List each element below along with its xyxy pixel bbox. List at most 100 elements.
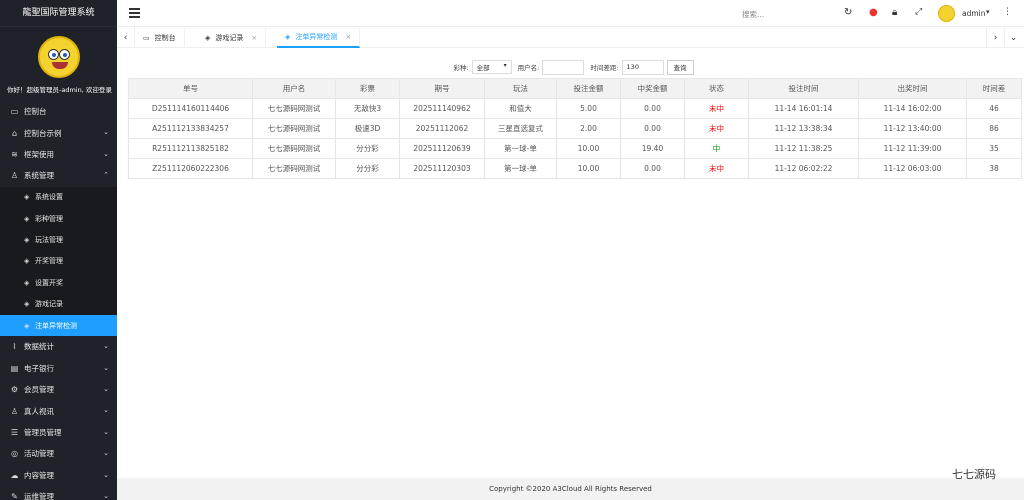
table-cell: 无敌快3 (335, 98, 400, 119)
table-cell: 和值大 (484, 98, 557, 119)
nav-dashboard[interactable]: ▭ 控制台 (0, 101, 117, 122)
nav-dashboard-examples[interactable]: ⌂ 控制台示例 ⌄ (0, 122, 117, 143)
list-icon: ☰ (10, 428, 19, 438)
subnav-play-types[interactable]: ◈ 玩法管理 (0, 229, 117, 251)
subnav-system-settings[interactable]: ◈ 系统设置 (0, 186, 117, 208)
chevron-down-icon: ⌄ (103, 449, 109, 458)
nav-label: 系统管理 (24, 171, 54, 181)
chevron-right-icon[interactable]: › (986, 27, 1004, 48)
time-diff-input[interactable]: 130 (621, 59, 664, 75)
close-icon[interactable]: × (345, 33, 351, 41)
subnav-bet-anomaly[interactable]: ◈ 注单异常检测 (0, 314, 117, 337)
watermark-logo: 七七源码 (952, 466, 1018, 490)
subnav-game-records[interactable]: ◈ 游戏记录 (0, 293, 117, 315)
tab-dashboard[interactable]: ▭ 控制台 (135, 27, 185, 48)
table-cell: 0.00 (620, 98, 685, 119)
table-cell: 11-12 06:03:00 (858, 158, 967, 179)
table-cell: 极速3D (335, 118, 400, 139)
bet-table: 单号 用户名 彩票 期号 玩法 投注金额 中奖金额 状态 投注时间 出奖时间 时间差 D251114… (128, 78, 1022, 179)
table-header-row: 单号 用户名 彩票 期号 玩法 投注金额 中奖金额 状态 投注时间 出奖时间 时间差 (128, 78, 1022, 99)
tabs-bar: ‹ ▭ 控制台 ◈ 游戏记录 × ◈ 注单异常检测 × › ⌄ (117, 27, 1024, 48)
username[interactable]: admin (962, 9, 986, 18)
table-cell: Z251112060222306 (128, 158, 253, 179)
table-row: Z251112060222306 七七源码网测试 分分彩 202511120303 第一… (128, 158, 1022, 179)
search-input[interactable]: 搜索... (742, 9, 764, 20)
table-cell: 0.00 (620, 158, 685, 179)
user-avatar-large[interactable] (37, 36, 80, 78)
table-row: D251114160114406 七七源码网测试 无敌快3 202511140962 和… (128, 98, 1022, 119)
chevron-down-icon: ⌄ (103, 128, 109, 137)
person-icon: ♙ (10, 406, 19, 416)
subnav-draw-management[interactable]: ◈ 开奖管理 (0, 250, 117, 273)
table-cell: 11-14 16:01:14 (748, 98, 859, 119)
nav-live-video[interactable]: ♙ 真人视讯 ⌄ (0, 400, 117, 421)
table-cell: 10.00 (556, 158, 621, 179)
refresh-icon[interactable]: ↻ (844, 7, 852, 18)
chevron-up-icon: ⌃ (103, 171, 109, 180)
layers-icon: ◈ (24, 236, 30, 245)
welcome-text: 你好！超级管理员-admin, 欢迎登录 (7, 86, 112, 94)
table-cell: 11-12 11:38:25 (748, 138, 859, 159)
column-header: 中奖金额 (620, 78, 685, 99)
table-cell: 5.00 (556, 98, 621, 119)
subnav-lottery-types[interactable]: ◈ 彩种管理 (0, 207, 117, 230)
bell-icon[interactable]: ● (869, 7, 878, 18)
tab-game-records[interactable]: ◈ 游戏记录 × (197, 27, 267, 48)
nav-label: 控制台 (24, 107, 47, 117)
close-icon[interactable]: × (251, 34, 257, 42)
column-header: 彩票 (335, 78, 400, 99)
globe-icon: ◎ (11, 449, 18, 459)
nav-content[interactable]: ☁ 内容管理 ⌄ (0, 465, 117, 486)
brand-title: 龍聖国际管理系统 (0, 0, 117, 27)
column-header: 投注金额 (556, 78, 621, 99)
tab-bet-anomaly[interactable]: ◈ 注单异常检测 × (277, 27, 361, 48)
caret-down-icon[interactable]: ▾ (986, 8, 990, 16)
avatar[interactable] (938, 5, 955, 22)
query-button[interactable]: 查询 (666, 59, 694, 75)
nav-label: 控制台示例 (24, 128, 62, 138)
nav-members[interactable]: ⚙ 会员管理 ⌄ (0, 379, 117, 400)
table-cell: 86 (966, 118, 1022, 139)
table-cell: 202511140962 (399, 98, 485, 119)
table-cell: 2.00 (556, 118, 621, 139)
chevron-left-icon[interactable]: ‹ (117, 27, 135, 48)
table-cell: 第一球-单 (484, 138, 557, 159)
watermark-text: 七七源码 (952, 468, 996, 481)
table-cell: 35 (966, 138, 1022, 159)
nav-statistics[interactable]: ⌇ 数据统计 ⌄ (0, 336, 117, 357)
table-cell: 中 (684, 138, 749, 159)
table-row: R251112113825182 七七源码网测试 分分彩 202511120639 第一… (128, 138, 1022, 159)
nav-e-bank[interactable]: ▤ 电子银行 ⌄ (0, 358, 117, 379)
layers-icon: ◈ (205, 33, 211, 42)
nav-admins[interactable]: ☰ 管理员管理 ⌄ (0, 422, 117, 443)
nav-activities[interactable]: ◎ 活动管理 ⌄ (0, 443, 117, 464)
table-cell: 分分彩 (335, 158, 400, 179)
fullscreen-icon[interactable]: ⤢ (915, 7, 922, 17)
lottery-label: 彩种: (453, 64, 469, 72)
column-header: 状态 (684, 78, 749, 99)
subnav-set-draw[interactable]: ◈ 设置开奖 (0, 272, 117, 294)
username-input[interactable] (542, 59, 585, 75)
table-cell: 11-12 11:39:00 (858, 138, 967, 159)
menu-toggle-icon[interactable] (129, 8, 140, 19)
more-icon[interactable]: ⋮ (1003, 7, 1012, 17)
table-cell: 未中 (684, 158, 749, 179)
table-cell: 未中 (684, 118, 749, 139)
nav-framework[interactable]: ≋ 框架使用 ⌄ (0, 144, 117, 165)
footer: Copyright ©2020 A3Cloud All Rights Reser… (117, 478, 1024, 500)
lock-icon[interactable]: 🔒︎ (892, 7, 897, 18)
settings-icon: ⚙ (10, 385, 19, 395)
layers-icon: ◈ (24, 193, 30, 202)
lottery-select[interactable]: 全部 ▾ (471, 60, 512, 74)
cloud-icon: ☁ (10, 470, 19, 480)
table-cell: 七七源码网测试 (252, 98, 336, 119)
table-cell: 38 (966, 158, 1022, 179)
column-header: 用户名 (252, 78, 336, 99)
table-cell: 19.40 (620, 138, 685, 159)
chevron-down-icon[interactable]: ⌄ (1004, 27, 1022, 48)
nav-system-management[interactable]: ♙ 系统管理 ⌃ (0, 165, 117, 186)
nav-ops[interactable]: ✎ 运维管理 ⌄ (0, 486, 117, 500)
table-cell: 10.00 (556, 138, 621, 159)
table-row: A251112133834257 七七源码网测试 极速3D 20251112062 三星… (128, 118, 1022, 139)
caret-down-icon: ▾ (503, 62, 507, 69)
